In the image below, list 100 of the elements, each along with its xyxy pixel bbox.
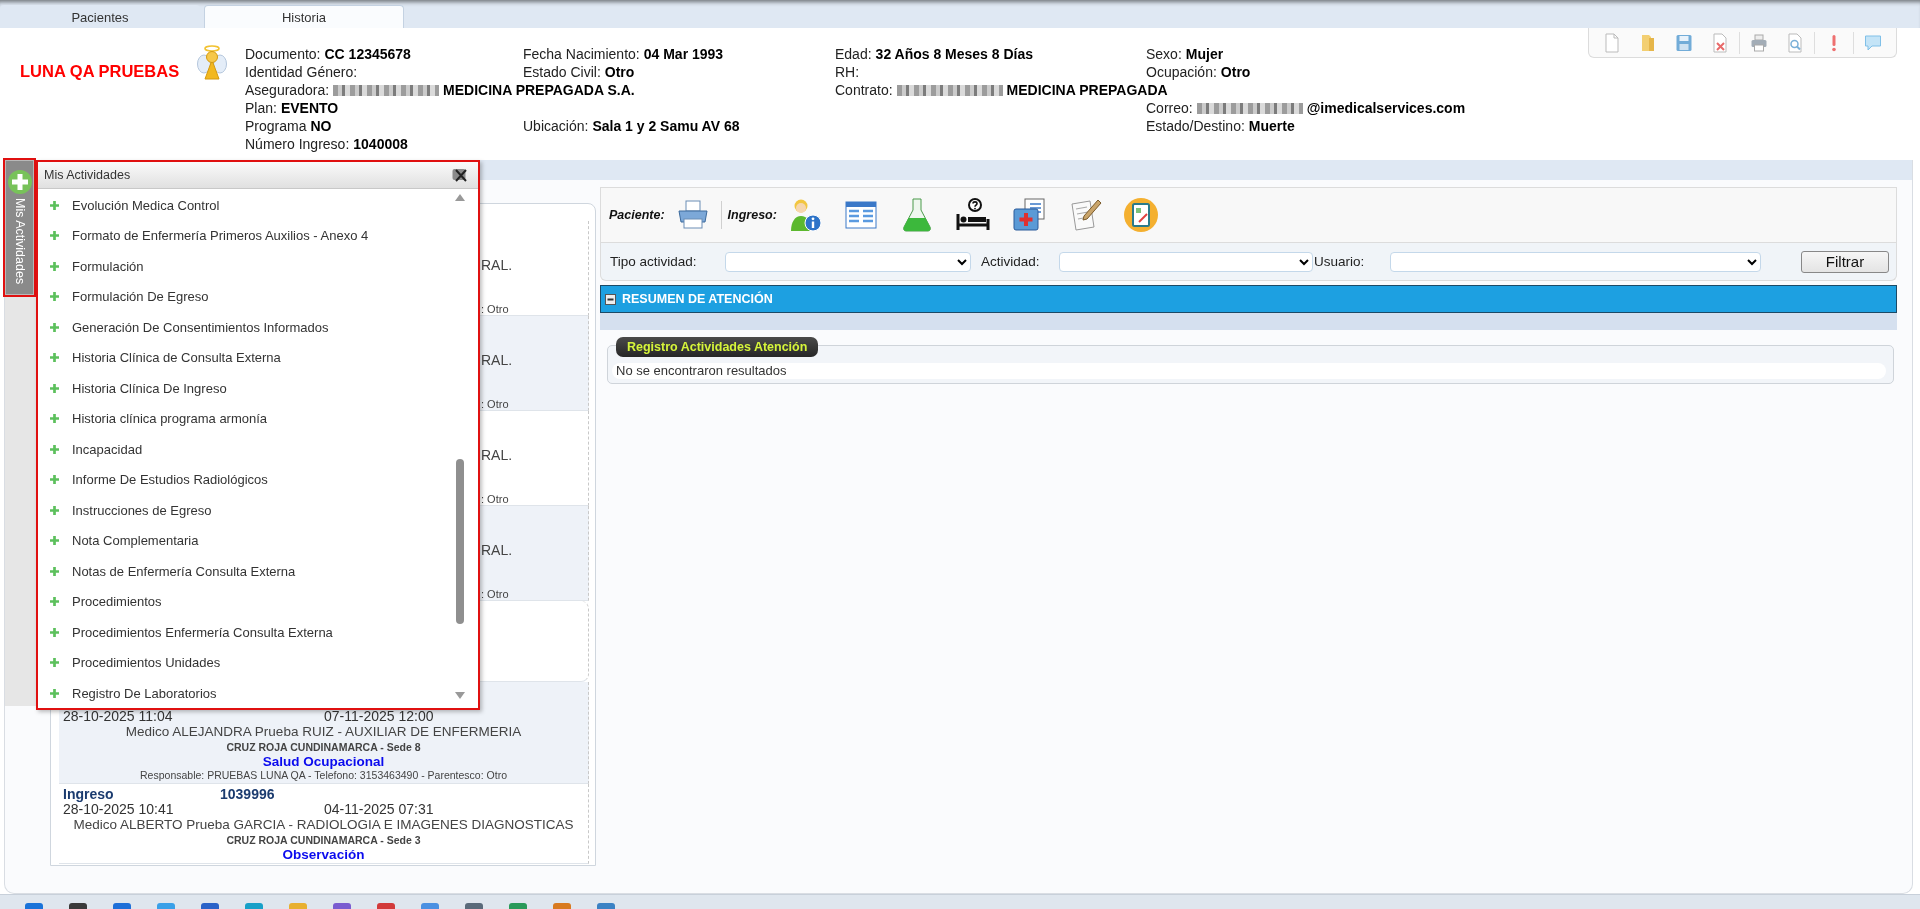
plus-icon (7, 170, 32, 194)
scroll-down-icon[interactable] (455, 692, 465, 699)
admission-label: Ingreso (63, 786, 114, 802)
admission-date: 28-10-2025 10:41 (63, 802, 174, 817)
preview-icon[interactable] (1786, 32, 1804, 53)
taskbar-app-icon[interactable] (200, 902, 220, 909)
field-label: Ubicación: (523, 117, 589, 135)
taskbar-app-icon[interactable] (376, 902, 396, 909)
activity-menu-item[interactable]: Notas de Enfermería Consulta Externa (38, 556, 296, 587)
delete-document-icon[interactable] (1711, 32, 1729, 53)
field-label: Número Ingreso: (245, 135, 350, 153)
field-value: Mujer (1185, 45, 1224, 63)
tab[interactable]: Pacientes (0, 5, 200, 28)
discharge-date: 04-11-2025 07:31 (324, 802, 434, 817)
plus-icon (50, 505, 59, 515)
plus-icon (50, 353, 59, 363)
field-label: Documento: (245, 45, 321, 63)
tab[interactable]: Historia (204, 5, 404, 28)
plus-icon (50, 597, 59, 607)
medical-kit-icon[interactable] (1010, 197, 1047, 233)
new-document-icon[interactable] (1603, 32, 1621, 53)
field-label: Fecha Nacimiento: (523, 45, 640, 63)
field-value: EVENTO (280, 99, 339, 117)
field-label: Aseguradora: (245, 81, 330, 99)
activity-menu-item[interactable]: Procedimientos Enfermería Consulta Externa (38, 617, 333, 648)
filter-label: Tipo actividad: (610, 254, 697, 269)
taskbar-app-icon[interactable] (68, 902, 88, 909)
save-icon[interactable] (1675, 32, 1693, 53)
field-value: @imedicalservices.com (1306, 99, 1466, 117)
activity-menu-item[interactable]: Informe De Estudios Radiológicos (38, 464, 268, 495)
patient-name: LUNA QA PRUEBAS (20, 61, 181, 81)
field-value: MEDICINA PREPAGADA S.A. (443, 81, 635, 99)
admission-card[interactable]: Ingreso 1039996 28-10-2025 10:41 04-11-2025 07:31 Medico ALBERTO Prueba GARCIA - RADIOLOGIA E IMAGENES DIAGNOSTICAS CRUZ ROJA CUNDINAMARCA - Sede 3 Observación (59, 784, 589, 864)
activity-menu-item[interactable]: Formulación De Egreso (38, 281, 209, 312)
field-value: 32 Años 8 Meses 8 Días (875, 45, 1034, 63)
filter-label: Usuario: (1314, 254, 1365, 269)
collapse-icon[interactable] (605, 293, 616, 305)
filter-label: Actividad: (981, 254, 1040, 269)
scrollbar-thumb[interactable] (456, 459, 464, 624)
filter-button[interactable]: Filtrar (1801, 250, 1889, 273)
field-value: Sala 1 y 2 Samu AV 68 (592, 117, 740, 135)
plus-icon (50, 658, 59, 668)
activity-menu-item[interactable]: Nota Complementaria (38, 525, 199, 556)
field-label: Programa (245, 117, 307, 135)
doctor-text: Medico ALEJANDRA Prueba RUIZ - AUXILIAR DE ENFERMERIA (125, 724, 522, 740)
activity-menu-item[interactable]: Procedimientos Unidades (38, 647, 221, 678)
plus-icon (50, 688, 59, 698)
service-text: Salud Ocupacional (262, 754, 385, 769)
bed-question-icon[interactable] (954, 197, 991, 233)
plus-icon (50, 231, 59, 241)
field-label: Plan: (245, 99, 277, 117)
plus-icon (50, 536, 59, 546)
folder-icon[interactable] (1639, 32, 1657, 53)
taskbar-app-icon[interactable] (332, 902, 352, 909)
taskbar-app-icon[interactable] (464, 902, 484, 909)
doctor-text: RAL. (481, 541, 513, 559)
field-value: NO (310, 117, 332, 135)
field-label: Identidad Género: (245, 63, 358, 81)
plus-icon (50, 322, 59, 332)
activity-menu-item[interactable]: Incapacidad (38, 434, 143, 465)
activity-menu-item[interactable]: Instrucciones de Egreso (38, 495, 212, 526)
activity-log-title: Registro Actividades Atención (616, 337, 819, 357)
activity-menu-item[interactable]: Historia clínica programa armonía (38, 403, 268, 434)
responsible-text: : Otro (481, 397, 509, 411)
doctor-text: Medico ALBERTO Prueba GARCIA - RADIOLOGIA E IMAGENES DIAGNOSTICAS (73, 817, 574, 833)
activity-menu-item[interactable]: Generación De Consentimientos Informados (38, 312, 329, 343)
field-value: Otro (1220, 63, 1251, 81)
doctor-text: RAL. (481, 446, 513, 464)
scroll-up-icon[interactable] (455, 194, 465, 201)
field-value: Muerte (1248, 117, 1295, 135)
responsible-text: : Otro (481, 587, 509, 601)
plus-icon (50, 261, 59, 271)
taskbar-app-icon[interactable] (112, 902, 132, 909)
empty-results-message: No se encontraron resultados (612, 363, 1886, 379)
toolbar-label: Paciente: (609, 208, 665, 222)
plus-icon (50, 475, 59, 485)
activity-menu-item[interactable]: Evolución Medica Control (38, 190, 220, 221)
activity-menu-item[interactable]: Formato de Enfermería Primeros Auxilios - Anexo 4 (38, 220, 369, 251)
chat-bubble-icon[interactable] (1864, 32, 1882, 53)
admission-date: 28-10-2025 11:04 (63, 709, 173, 724)
plus-icon (50, 200, 59, 210)
activity-menu-item[interactable]: Registro De Laboratorios (38, 678, 217, 708)
field-label: RH: (835, 63, 860, 81)
responsible-text: : Otro (481, 492, 509, 506)
field-label: Ocupación: (1146, 63, 1217, 81)
angel-icon (197, 45, 227, 81)
field-label: Sexo: (1146, 45, 1182, 63)
field-label: Estado Civil: (523, 63, 601, 81)
field-label: Contrato: (835, 81, 893, 99)
close-icon[interactable] (452, 167, 468, 183)
activity-menu-item[interactable]: Historia Clínica de Consulta Externa (38, 342, 281, 373)
printer-icon[interactable] (1750, 32, 1768, 53)
discharge-date: 07-11-2025 12:00 (324, 709, 434, 724)
activity-menu-item[interactable]: Historia Clínica De Ingreso (38, 373, 227, 404)
field-value: CC 12345678 (324, 45, 411, 63)
field-value: 1040008 (353, 135, 408, 153)
activity-menu-item[interactable]: Formulación (38, 251, 144, 282)
site-text: CRUZ ROJA CUNDINAMARCA - Sede 8 (226, 740, 421, 754)
clipboard-icon[interactable] (1122, 197, 1159, 233)
activity-menu-item[interactable]: Procedimientos (38, 586, 162, 617)
